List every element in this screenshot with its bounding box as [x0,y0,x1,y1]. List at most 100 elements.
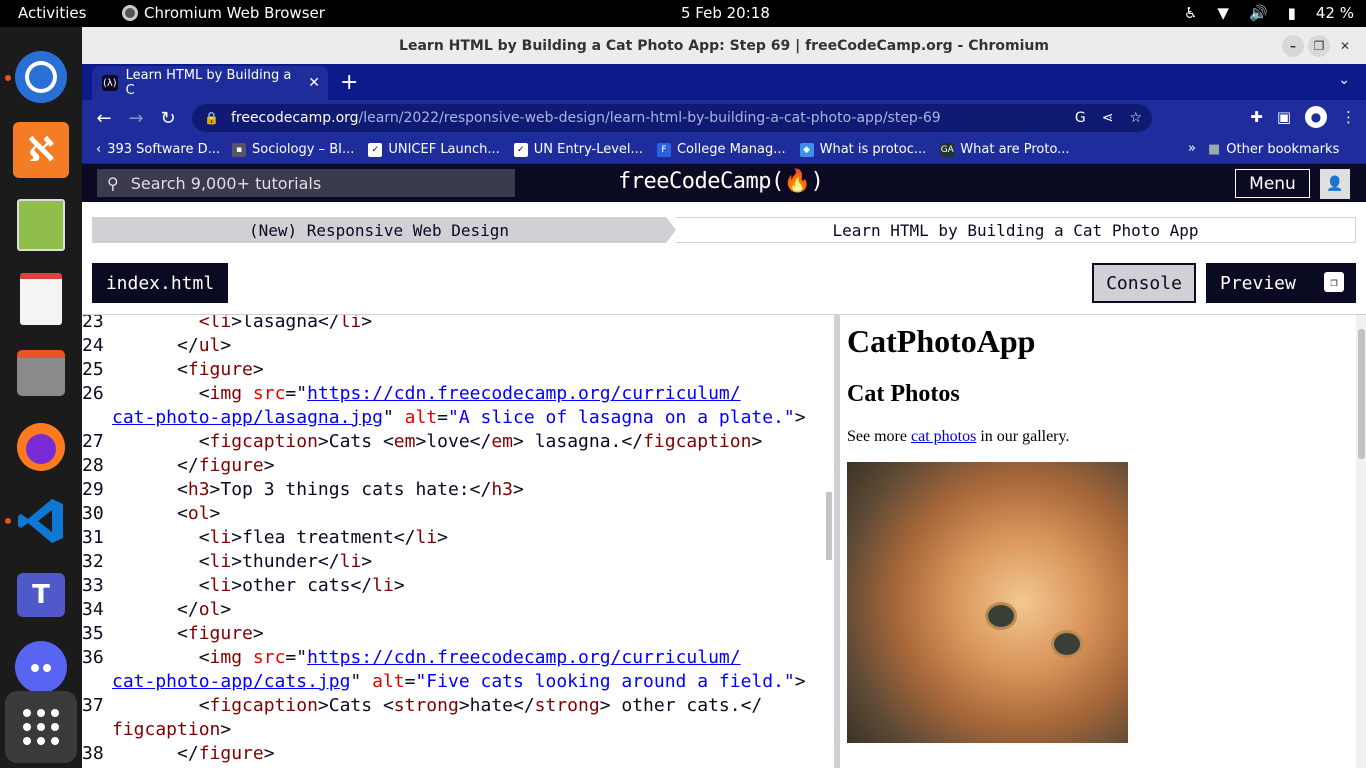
extensions-icon[interactable]: ✚ [1250,108,1263,126]
code-line[interactable]: 30 <ol> [82,503,220,527]
popout-icon: ❐ [1324,272,1344,292]
bookmark-item[interactable]: ▪ Sociology – BI... [232,142,354,157]
bookmark-star-icon[interactable]: ☆ [1129,110,1142,126]
code-line[interactable]: 27 <figcaption>Cats <em>love</em> lasagn… [82,431,762,455]
code-line[interactable]: 37 <figcaption>Cats <strong>hate</strong… [82,695,762,719]
bookmark-favicon-icon: ✓ [368,142,383,157]
bookmark-favicon-icon: F [656,142,671,157]
bookmark-item[interactable]: GA What are Proto... [940,142,1070,157]
code-line[interactable]: cat-photo-app/cats.jpg" alt="Five cats l… [82,671,806,695]
chromium-icon[interactable] [13,49,69,105]
code-line[interactable]: 28 </figure> [82,455,275,479]
active-app-label: Chromium Web Browser [144,4,325,22]
lock-icon[interactable]: 🔒 [204,111,219,125]
preview-pane: CatPhotoApp Cat Photos See more cat phot… [840,315,1366,768]
code-line[interactable]: 33 <li>other cats</li> [82,575,405,599]
reload-button[interactable]: ↻ [152,108,184,129]
tab-search-chevron-icon[interactable]: ⌄ [1338,72,1350,88]
code-line[interactable]: 36 <img src="https://cdn.freecodecamp.or… [82,647,741,671]
bookmark-item[interactable]: ◆ What is protoc... [799,142,926,157]
breadcrumb-block[interactable]: Learn HTML by Building a Cat Photo App [676,217,1356,243]
files-icon[interactable] [13,345,69,401]
clock[interactable]: 5 Feb 20:18 [681,4,770,22]
battery-level: 42 % [1315,4,1354,22]
xampp-icon[interactable]: ℵ [13,122,69,178]
code-text: <li>flea treatment</li> [112,527,448,548]
code-line[interactable]: 26 <img src="https://cdn.freecodecamp.or… [82,383,741,407]
code-line[interactable]: 31 <li>flea treatment</li> [82,527,448,551]
bookmark-item[interactable]: ✓ UNICEF Launch... [368,142,500,157]
fcc-navbar: ⚲ Search 9,000+ tutorials freeCodeCamp(🔥… [82,164,1366,202]
code-text: </ul> [112,335,232,356]
code-editor[interactable]: 23 <li>lasagna</li> 24 </ul> 25 <figure> 26… [82,315,834,768]
code-line[interactable]: 29 <h3>Top 3 things cats hate:</h3> [82,479,524,503]
volume-icon: 🔊 [1248,4,1268,22]
file-tab-index-html[interactable]: index.html [92,263,228,303]
preview-subheading: Cat Photos [847,381,960,407]
bookmark-item[interactable]: ‹ 393 Software D... [96,142,220,157]
fcc-logo[interactable]: freeCodeCamp(🔥) [618,169,824,194]
search-input[interactable]: ⚲ Search 9,000+ tutorials [97,169,515,197]
text-editor-icon[interactable] [13,197,69,253]
cat-image[interactable] [847,462,1128,743]
cat-eye [1051,630,1083,658]
maximize-button[interactable]: ❐ [1308,35,1330,57]
teams-icon[interactable]: T [13,567,69,623]
line-number: 23 [82,315,104,332]
code-line[interactable]: cat-photo-app/lasagna.jpg" alt="A slice … [82,407,806,431]
forward-button[interactable]: → [120,108,152,129]
active-app-menu[interactable]: Chromium Web Browser [122,4,325,22]
google-icon[interactable]: G [1075,110,1086,126]
code-text: <img src="https://cdn.freecodecamp.org/c… [112,383,741,404]
browser-tab[interactable]: (λ) Learn HTML by Building a C ✕ [92,66,328,100]
bookmarks-overflow-icon[interactable]: » [1188,141,1196,156]
code-line[interactable]: 24 </ul> [82,335,231,359]
code-line[interactable]: 25 <figure> [82,359,264,383]
code-line[interactable]: 34 </ol> [82,599,231,623]
profile-avatar-icon[interactable]: ● [1305,106,1327,128]
code-line[interactable]: 35 <figure> [82,623,264,647]
firefox-icon[interactable] [13,419,69,475]
vscode-icon[interactable] [13,493,69,549]
system-tray[interactable]: ♿ ▼ 🔊 ▮ 42 % [1184,4,1354,22]
line-number: 31 [82,527,104,548]
other-bookmarks[interactable]: ■ Other bookmarks [1208,142,1339,157]
scrollbar-thumb[interactable] [1358,329,1365,459]
line-number: 34 [82,599,104,620]
user-avatar-icon[interactable]: 👤 [1320,169,1350,199]
bookmark-item[interactable]: ✓ UN Entry-Level... [513,142,643,157]
search-icon: ⚲ [107,173,119,193]
console-button[interactable]: Console [1092,263,1196,303]
new-tab-button[interactable]: + [340,70,358,95]
breadcrumb-superblock[interactable]: (New) Responsive Web Design [92,217,666,243]
editor-scrollbar[interactable] [826,492,832,560]
activities-button[interactable]: Activities [18,4,86,22]
close-tab-icon[interactable]: ✕ [308,75,320,91]
kebab-menu-icon[interactable]: ⋮ [1341,108,1356,126]
minimize-button[interactable]: – [1282,35,1304,57]
back-button[interactable]: ← [88,108,120,129]
code-line[interactable]: figcaption> [82,719,231,743]
line-number: 24 [82,335,104,356]
dock: ℵ T [0,27,82,768]
discord-icon[interactable] [13,639,69,695]
app-grid-icon[interactable] [5,691,77,763]
preview-button[interactable]: Preview ❐ [1206,263,1356,303]
close-window-button[interactable]: ✕ [1334,35,1356,57]
preview-scrollbar[interactable] [1356,315,1366,768]
address-bar[interactable]: 🔒 freecodecamp.org/learn/2022/responsive… [192,104,1152,132]
side-panel-icon[interactable]: ▣ [1277,108,1291,126]
code-line[interactable]: 23 <li>lasagna</li> [82,315,372,335]
document-viewer-icon[interactable] [13,271,69,327]
code-line[interactable]: 32 <li>thunder</li> [82,551,372,575]
cat-photos-link[interactable]: cat photos [911,428,976,445]
code-text: <h3>Top 3 things cats hate:</h3> [112,479,524,500]
window-titlebar[interactable]: Learn HTML by Building a Cat Photo App: … [82,27,1366,64]
menu-button[interactable]: Menu [1235,169,1310,198]
share-icon[interactable]: ⋖ [1102,110,1114,126]
code-text: figcaption> [112,719,232,740]
code-line[interactable]: 38 </figure> [82,743,275,767]
search-placeholder: Search 9,000+ tutorials [130,173,322,193]
line-number: 35 [82,623,104,644]
bookmark-item[interactable]: F College Manag... [656,142,786,157]
